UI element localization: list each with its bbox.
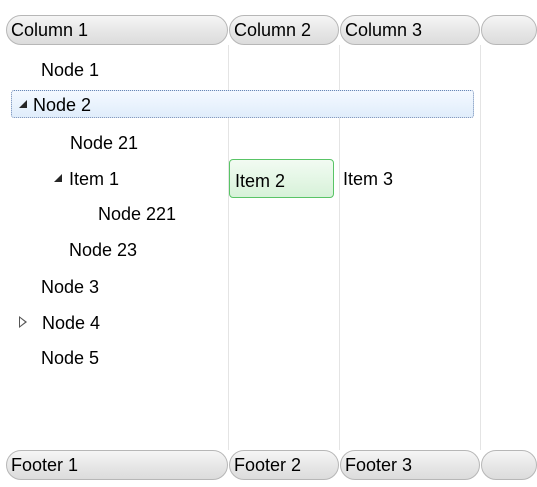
- column-footer-row: Footer 1 Footer 2 Footer 3: [6, 450, 537, 480]
- tree-row-node-4[interactable]: Node 4: [6, 308, 476, 338]
- column-footer-1-label: Footer 1: [11, 454, 79, 475]
- tree-list-view[interactable]: Column 1 Column 2 Column 3 Node 1 Node 2…: [0, 0, 537, 487]
- tree-node-label: Node 4: [42, 313, 101, 333]
- column-header-1-label: Column 1: [11, 19, 89, 40]
- column-divider-3: [480, 45, 481, 450]
- column-footer-2-label: Footer 2: [234, 454, 302, 475]
- expanded-triangle-icon[interactable]: [19, 98, 29, 110]
- column-header-2[interactable]: Column 2: [229, 15, 339, 45]
- tree-row-node-23[interactable]: Node 23: [6, 235, 476, 265]
- tree-row-node-3[interactable]: Node 3: [6, 272, 476, 302]
- item-3-cell[interactable]: Item 3: [343, 169, 393, 190]
- column-header-filler: [481, 15, 537, 45]
- tree-node-label: Node 5: [41, 348, 100, 368]
- tree-node-label: Node 1: [41, 60, 100, 80]
- column-header-3[interactable]: Column 3: [340, 15, 480, 45]
- expanded-triangle-icon[interactable]: [54, 172, 64, 184]
- item-2-cell-label: Item 2: [235, 171, 286, 191]
- tree-row-node-5[interactable]: Node 5: [6, 343, 476, 373]
- tree-node-label: Node 221: [98, 204, 177, 224]
- column-header-3-label: Column 3: [345, 19, 423, 40]
- collapsed-triangle-icon[interactable]: [18, 316, 28, 328]
- column-footer-3-label: Footer 3: [345, 454, 413, 475]
- column-header-1[interactable]: Column 1: [6, 15, 228, 45]
- tree-node-label: Node 3: [41, 277, 100, 297]
- tree-node-label: Node 21: [70, 133, 139, 153]
- tree-node-label: Item 1: [69, 169, 120, 189]
- tree-node-label: Node 2: [33, 95, 92, 115]
- tree-node-label: Node 23: [69, 240, 138, 260]
- tree-row-node-2[interactable]: Node 2: [6, 90, 476, 120]
- column-header-row: Column 1 Column 2 Column 3: [6, 15, 537, 45]
- column-footer-filler: [481, 450, 537, 480]
- column-footer-2: Footer 2: [229, 450, 339, 480]
- column-footer-1: Footer 1: [6, 450, 228, 480]
- tree-row-node-221[interactable]: Node 221: [6, 199, 476, 229]
- column-footer-3: Footer 3: [340, 450, 480, 480]
- tree-row-node-1[interactable]: Node 1: [6, 55, 476, 85]
- item-2-cell[interactable]: Item 2: [229, 159, 334, 198]
- tree-row-node-21[interactable]: Node 21: [6, 128, 476, 158]
- column-header-2-label: Column 2: [234, 19, 312, 40]
